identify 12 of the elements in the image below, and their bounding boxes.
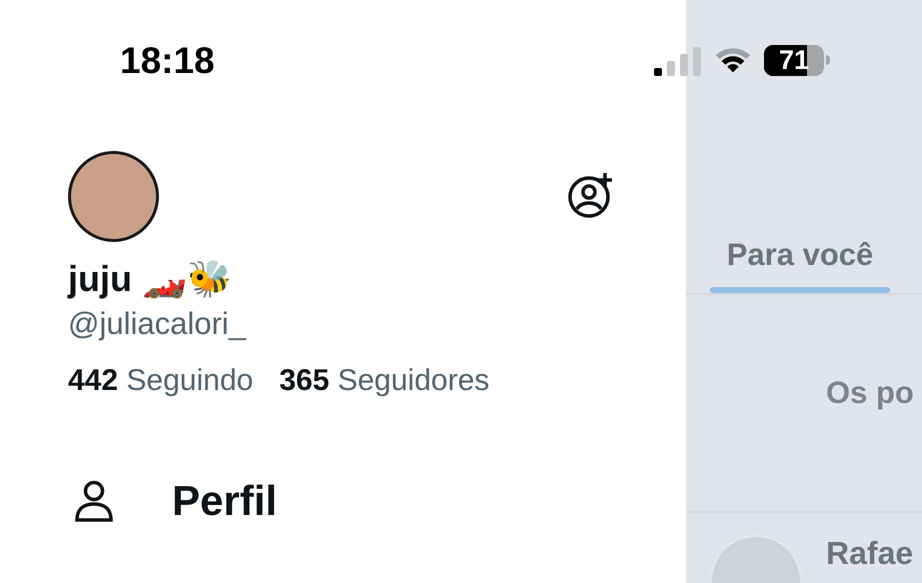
follow-stat-link[interactable]: 442 Seguindo xyxy=(68,362,254,400)
add-user-icon[interactable] xyxy=(567,171,615,219)
post-author: Rafae xyxy=(826,534,914,574)
user-handle: @juliacalori_ xyxy=(68,305,248,343)
person-icon xyxy=(74,478,114,523)
display-name: juju 🏎🐝 xyxy=(68,257,233,301)
status-time: 18:18 xyxy=(120,42,215,79)
follow-stat-link[interactable]: 365 Seguidores xyxy=(279,362,490,400)
timeline-message: Os po xyxy=(826,374,915,412)
timeline-tab[interactable]: Para você xyxy=(710,236,890,293)
menu-item[interactable]: Perfil xyxy=(74,469,616,532)
signal-icon xyxy=(654,44,702,76)
